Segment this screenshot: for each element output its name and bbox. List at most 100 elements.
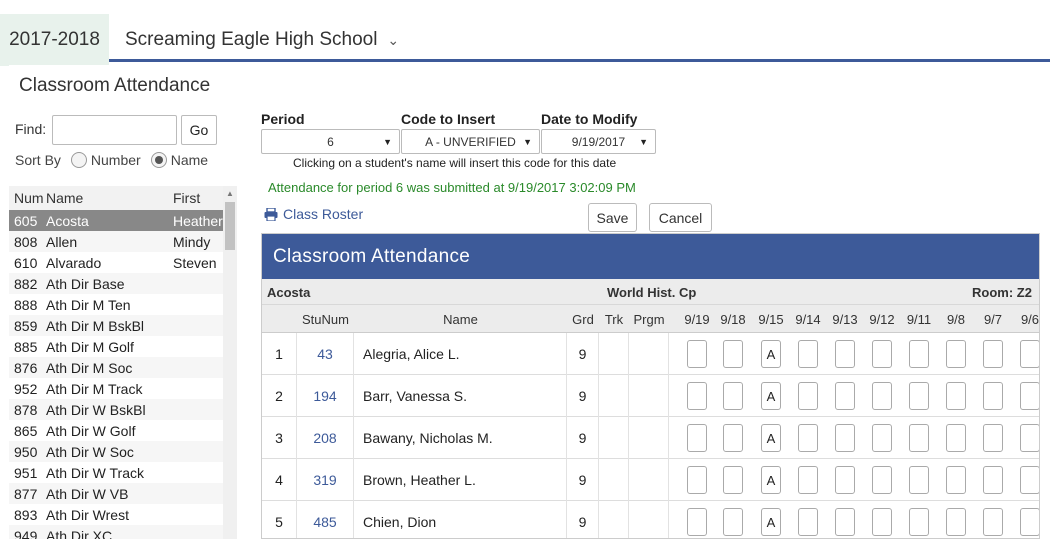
attendance-day-box[interactable]: [909, 340, 929, 368]
sort-name-radio[interactable]: [150, 152, 167, 168]
attendance-day-box[interactable]: [909, 466, 929, 494]
find-input[interactable]: [52, 115, 177, 145]
attendance-day-box[interactable]: [872, 508, 892, 536]
student-list-row[interactable]: 882 Ath Dir Base: [9, 273, 223, 294]
code-select[interactable]: A - UNVERIFIED ▼: [401, 129, 540, 154]
attendance-day-box[interactable]: A: [761, 382, 781, 410]
attendance-day-box[interactable]: [909, 424, 929, 452]
attendance-day-box[interactable]: [835, 382, 855, 410]
student-list-row[interactable]: 950 Ath Dir W Soc: [9, 441, 223, 462]
attendance-day-box[interactable]: [798, 382, 818, 410]
attendance-day-box[interactable]: [798, 424, 818, 452]
attendance-day-box[interactable]: [983, 382, 1003, 410]
attendance-day-box[interactable]: A: [761, 508, 781, 536]
row-index: 1: [262, 333, 297, 375]
student-program: [629, 333, 669, 375]
attendance-day-box[interactable]: [687, 508, 707, 536]
attendance-day-box[interactable]: [983, 466, 1003, 494]
attendance-day-box[interactable]: [946, 466, 966, 494]
scrollbar-thumb[interactable]: [225, 202, 235, 250]
attendance-day-box[interactable]: [687, 340, 707, 368]
student-name: Ath Dir M BskBl: [46, 317, 145, 334]
student-list-row[interactable]: 605 Acosta Heather: [9, 210, 223, 231]
student-list-row[interactable]: 808 Allen Mindy: [9, 231, 223, 252]
attendance-day-box[interactable]: [872, 340, 892, 368]
attendance-day-box[interactable]: [983, 508, 1003, 536]
col-name[interactable]: Name: [46, 190, 173, 206]
student-number[interactable]: 208: [297, 417, 354, 459]
attendance-day-box[interactable]: [687, 382, 707, 410]
attendance-day-box[interactable]: [1020, 466, 1039, 494]
go-button[interactable]: Go: [181, 115, 217, 145]
attendance-day-box[interactable]: A: [761, 340, 781, 368]
attendance-day-box[interactable]: [983, 424, 1003, 452]
attendance-day-box[interactable]: [687, 424, 707, 452]
student-list-row[interactable]: 949 Ath Dir XC: [9, 525, 223, 539]
student-list-row[interactable]: 610 Alvarado Steven: [9, 252, 223, 273]
student-list-row[interactable]: 878 Ath Dir W BskBl: [9, 399, 223, 420]
attendance-day-box[interactable]: [835, 340, 855, 368]
student-number[interactable]: 194: [297, 375, 354, 417]
attendance-day-box[interactable]: [798, 508, 818, 536]
attendance-day-box[interactable]: [723, 424, 743, 452]
attendance-day-box[interactable]: [946, 508, 966, 536]
student-first: Steven: [173, 254, 217, 271]
attendance-day-box[interactable]: [835, 466, 855, 494]
attendance-day-box[interactable]: [946, 340, 966, 368]
student-number[interactable]: 43: [297, 333, 354, 375]
student-number[interactable]: 319: [297, 459, 354, 501]
attendance-day-box[interactable]: [1020, 424, 1039, 452]
attendance-day-box[interactable]: [1020, 340, 1039, 368]
student-program: [629, 501, 669, 538]
student-list-row[interactable]: 893 Ath Dir Wrest: [9, 504, 223, 525]
attendance-day-box[interactable]: [1020, 508, 1039, 536]
attendance-day-box[interactable]: [872, 424, 892, 452]
class-roster-link[interactable]: Class Roster: [264, 206, 363, 222]
cancel-button[interactable]: Cancel: [649, 203, 712, 232]
date-select[interactable]: 9/19/2017 ▼: [541, 129, 656, 154]
school-year[interactable]: 2017-2018: [0, 14, 109, 66]
attendance-day-box[interactable]: [798, 466, 818, 494]
period-select[interactable]: 6 ▼: [261, 129, 400, 154]
student-name[interactable]: Bawany, Nicholas M.: [354, 417, 567, 459]
sort-number-radio[interactable]: [70, 152, 87, 168]
attendance-day-box[interactable]: [687, 466, 707, 494]
student-list-row[interactable]: 876 Ath Dir M Soc: [9, 357, 223, 378]
student-name[interactable]: Barr, Vanessa S.: [354, 375, 567, 417]
student-list-row[interactable]: 877 Ath Dir W VB: [9, 483, 223, 504]
student-list-row[interactable]: 952 Ath Dir M Track: [9, 378, 223, 399]
student-list-scrollbar[interactable]: ▲: [223, 186, 237, 539]
scroll-up-icon[interactable]: ▲: [226, 189, 234, 198]
col-first[interactable]: First: [173, 190, 223, 206]
attendance-day-box[interactable]: [872, 382, 892, 410]
attendance-day-box[interactable]: A: [761, 466, 781, 494]
col-num[interactable]: Num: [9, 190, 46, 206]
attendance-day-box[interactable]: [946, 382, 966, 410]
attendance-day-box[interactable]: [835, 508, 855, 536]
student-list-row[interactable]: 885 Ath Dir M Golf: [9, 336, 223, 357]
student-name[interactable]: Chien, Dion: [354, 501, 567, 538]
attendance-day-box[interactable]: [872, 466, 892, 494]
attendance-day-box[interactable]: [909, 382, 929, 410]
attendance-day-box[interactable]: [723, 466, 743, 494]
student-name[interactable]: Brown, Heather L.: [354, 459, 567, 501]
attendance-day-box[interactable]: [946, 424, 966, 452]
student-list-row[interactable]: 888 Ath Dir M Ten: [9, 294, 223, 315]
student-name[interactable]: Alegria, Alice L.: [354, 333, 567, 375]
attendance-day-box[interactable]: [909, 508, 929, 536]
attendance-day-box[interactable]: [983, 340, 1003, 368]
attendance-day-box[interactable]: [835, 424, 855, 452]
attendance-day-box[interactable]: A: [761, 424, 781, 452]
attendance-day-box[interactable]: [723, 382, 743, 410]
student-list-row[interactable]: 951 Ath Dir W Track: [9, 462, 223, 483]
student-list-row[interactable]: 859 Ath Dir M BskBl: [9, 315, 223, 336]
student-list-row[interactable]: 865 Ath Dir W Golf: [9, 420, 223, 441]
attendance-day-box[interactable]: [1020, 382, 1039, 410]
school-selector[interactable]: Screaming Eagle High School ⌄: [125, 14, 399, 66]
student-number[interactable]: 485: [297, 501, 354, 538]
attendance-day-box[interactable]: [798, 340, 818, 368]
col-header-date: 9/12: [869, 312, 895, 327]
save-button[interactable]: Save: [588, 203, 637, 232]
attendance-day-box[interactable]: [723, 340, 743, 368]
attendance-day-box[interactable]: [723, 508, 743, 536]
